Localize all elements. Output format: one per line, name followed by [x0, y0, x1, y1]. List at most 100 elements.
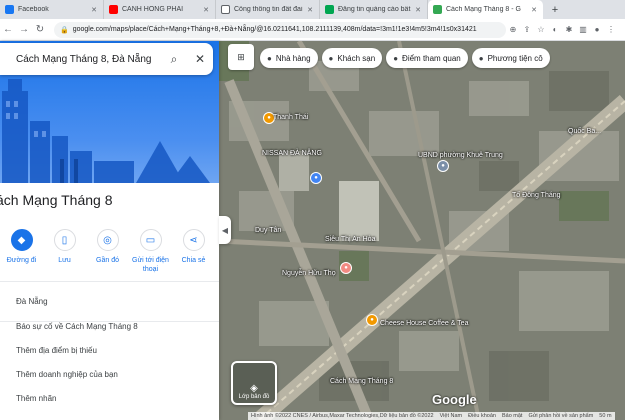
location-icon[interactable]: ⊕: [506, 25, 520, 34]
tab-label: Facebook: [18, 6, 49, 13]
place-side-panel: Cách Mạng Tháng 8, Đà Nẵng ⌕ ✕ ách Mạng …: [0, 41, 219, 420]
puzzle-icon[interactable]: ✱: [562, 25, 576, 34]
share-page-icon[interactable]: ⇪: [520, 25, 534, 34]
chip-label: Nhà hàng: [275, 53, 311, 63]
map-place-label[interactable]: Tố Đông Tháng: [512, 192, 561, 199]
attribution-item[interactable]: Điều khoản: [468, 413, 496, 419]
nearby-icon: ◎: [96, 229, 119, 251]
profile-icon[interactable]: ●: [590, 25, 604, 34]
category-chip[interactable]: ● Điểm tham quan: [386, 48, 468, 68]
tab-close-icon[interactable]: ✕: [415, 6, 421, 14]
place-title: ách Mạng Tháng 8: [0, 192, 113, 208]
map-attribution: Hình ảnh ©2022 CNES / Airbus,Maxar Techn…: [248, 412, 615, 420]
forward-icon[interactable]: →: [16, 24, 32, 35]
place-info-item[interactable]: Thêm nhãn: [16, 394, 56, 403]
new-tab-button[interactable]: +: [543, 0, 567, 19]
back-icon[interactable]: ←: [0, 24, 16, 35]
send-to-phone-icon: ▭: [139, 229, 162, 251]
transit-icon: ●: [478, 53, 484, 63]
map-place-label[interactable]: NISSAN ĐÀ NẴNG: [262, 150, 322, 157]
sidebar-icon[interactable]: ▥: [576, 25, 590, 34]
close-icon[interactable]: ✕: [187, 52, 213, 66]
divider: [0, 281, 219, 282]
shop-poi-icon[interactable]: ●: [310, 172, 322, 184]
map-place-label[interactable]: Cheese House Coffee & Tea: [380, 320, 468, 327]
place-info-item[interactable]: Thêm doanh nghiệp của bạn: [16, 370, 118, 379]
layer-switcher-button[interactable]: ◈ Lớp bản đồ: [231, 361, 277, 405]
tab-favicon-icon: [325, 5, 334, 14]
lock-icon[interactable]: 🔒: [60, 26, 69, 34]
attribution-item[interactable]: Bảo mật: [502, 413, 522, 419]
browser-tab[interactable]: CẢNH HỒNG PHÁI ✕: [104, 0, 216, 19]
map-place-label[interactable]: UBND phường Khuê Trung: [418, 152, 503, 159]
browser-toolbar: ← → ↻ 🔒 google.com/maps/place/Cách+Mạng+…: [0, 19, 625, 41]
category-chip[interactable]: ● Nhà hàng: [260, 48, 318, 68]
action-nearby-button[interactable]: ◎ Gần đó: [86, 229, 129, 274]
action-label: Gần đó: [96, 257, 119, 264]
tab-close-icon[interactable]: ✕: [307, 6, 313, 14]
attribution-item[interactable]: Việt Nam: [440, 413, 463, 419]
tab-favicon-icon: [221, 5, 230, 14]
bookmark-star-icon[interactable]: ☆: [534, 25, 548, 34]
map-place-label[interactable]: Nguyễn Hữu Thọ: [282, 270, 336, 277]
bookmark-icon: ▯: [53, 229, 76, 251]
search-input[interactable]: Cách Mạng Tháng 8, Đà Nẵng: [16, 54, 161, 65]
address-bar[interactable]: 🔒 google.com/maps/place/Cách+Mạng+Tháng+…: [54, 21, 506, 38]
action-share-button[interactable]: ⋖ Chia sẻ: [172, 229, 215, 274]
attribution-item[interactable]: 50 m: [599, 413, 611, 419]
collapse-panel-button[interactable]: ◀: [219, 216, 231, 244]
place-actions: ◆ Đường đi ▯ Lưu ◎ Gần đó ▭ Gửi tới điện thoại ⋖…: [0, 229, 219, 274]
search-box[interactable]: Cách Mạng Tháng 8, Đà Nẵng ⌕ ✕: [0, 43, 213, 75]
map-place-label[interactable]: Siêu Thị An Hòa: [325, 236, 375, 243]
search-icon[interactable]: ⌕: [161, 52, 187, 67]
browser-tab[interactable]: Cách Mạng Tháng 8 - G ✕: [428, 0, 543, 19]
action-directions-button[interactable]: ◆ Đường đi: [0, 229, 43, 274]
chip-label: Khách sạn: [337, 53, 376, 63]
place-info-item[interactable]: Đà Nẵng: [16, 297, 48, 306]
action-label: Gửi tới điện thoại: [132, 257, 169, 273]
place-info-item[interactable]: Thêm địa điểm bị thiếu: [16, 346, 97, 355]
action-bookmark-button[interactable]: ▯ Lưu: [43, 229, 86, 274]
chip-label: Phương tiện cô: [487, 53, 543, 63]
category-chip[interactable]: ● Khách sạn: [321, 48, 383, 68]
browser-tab[interactable]: Cổng thông tin đất đai t ✕: [216, 0, 320, 19]
cafe-poi-icon[interactable]: ●: [366, 314, 378, 326]
map-place-label[interactable]: Duy Tân: [255, 227, 281, 234]
restaurant-icon: ●: [267, 53, 272, 63]
supermarket-poi-icon[interactable]: ●: [340, 262, 352, 274]
action-label: Chia sẻ: [181, 257, 206, 264]
browser-tab-bar: Facebook ✕ CẢNH HỒNG PHÁI ✕ Cổng thông tin đ…: [0, 0, 625, 19]
tab-label: Đăng tin quảng cáo bất: [338, 6, 411, 13]
directions-icon: ◆: [10, 229, 33, 251]
hotel-icon: ●: [328, 53, 334, 63]
browser-tab[interactable]: Đăng tin quảng cáo bất ✕: [320, 0, 428, 19]
extension-icon[interactable]: ◐: [548, 25, 562, 34]
tab-favicon-icon: [433, 5, 442, 14]
tab-close-icon[interactable]: ✕: [531, 6, 537, 14]
menu-icon[interactable]: ⋮: [604, 25, 618, 34]
action-label: Lưu: [58, 257, 71, 264]
tab-close-icon[interactable]: ✕: [91, 6, 97, 14]
place-hero-image[interactable]: Cách Mạng Tháng 8, Đà Nẵng ⌕ ✕: [0, 41, 219, 183]
category-chips: ● Nhà hàng ● Khách sạn ● Điểm tham quan ● Phươn…: [260, 48, 550, 70]
chip-label: Điểm tham quan: [402, 53, 461, 63]
share-icon: ⋖: [182, 229, 205, 251]
map-place-label[interactable]: Thanh Thái: [273, 114, 308, 121]
tab-close-icon[interactable]: ✕: [203, 6, 209, 14]
layer-switcher-label: Lớp bản đồ: [238, 394, 270, 400]
place-info-item[interactable]: Báo sự cố về Cách Mạng Tháng 8: [16, 322, 138, 331]
government-poi-icon[interactable]: ●: [437, 160, 449, 172]
action-send-to-phone-button[interactable]: ▭ Gửi tới điện thoại: [129, 229, 172, 274]
map-place-label[interactable]: Cách Mạng Tháng 8: [330, 378, 393, 385]
map-menu-button[interactable]: ⊞: [228, 44, 254, 70]
category-chip[interactable]: ● Phương tiện cô: [471, 48, 550, 68]
map-place-label[interactable]: Quốc Ba...: [568, 128, 601, 135]
google-logo: Google: [432, 392, 477, 407]
browser-tab[interactable]: Facebook ✕: [0, 0, 104, 19]
reload-icon[interactable]: ↻: [32, 24, 48, 35]
attribution-item[interactable]: Gửi phản hồi về sản phẩm: [528, 413, 593, 419]
action-label: Đường đi: [6, 257, 37, 264]
url-text: google.com/maps/place/Cách+Mạng+Tháng+8,…: [72, 26, 477, 33]
tab-favicon-icon: [5, 5, 14, 14]
tab-label: Cổng thông tin đất đai t: [234, 6, 305, 13]
